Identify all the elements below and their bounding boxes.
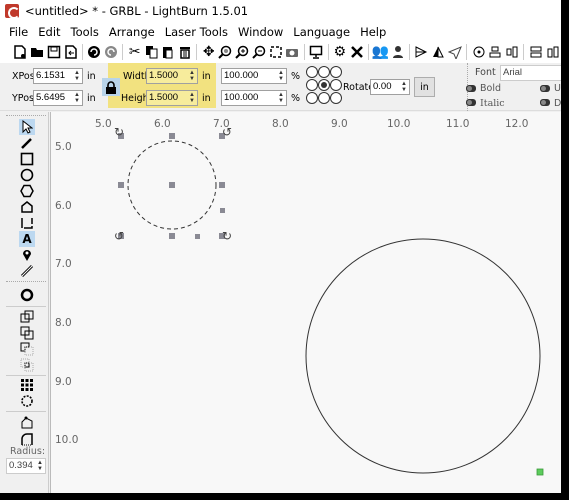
origin-marker [536, 468, 544, 476]
handle-middle-left[interactable] [118, 182, 124, 188]
rotate-handle-bottom-right-icon[interactable]: ↻ [222, 230, 232, 242]
handle-bottom-center[interactable] [169, 233, 175, 239]
handle-skew-right[interactable] [220, 208, 225, 213]
handle-skew-bottom[interactable] [195, 234, 200, 239]
lightburn-window: <untitled> * - GRBL - LightBurn 1.5.01 F… [0, 0, 561, 493]
handle-center[interactable] [169, 182, 175, 188]
canvas-shapes [127, 140, 544, 476]
rotate-handle-bottom-left-icon[interactable]: ↺ [114, 230, 124, 242]
handle-top-center[interactable] [169, 133, 175, 139]
rotate-handle-top-right-icon[interactable]: ↺ [222, 126, 232, 138]
rotate-handle-top-left-icon[interactable]: ↻ [114, 126, 124, 138]
large-circle[interactable] [305, 238, 541, 474]
handle-middle-right[interactable] [219, 182, 225, 188]
